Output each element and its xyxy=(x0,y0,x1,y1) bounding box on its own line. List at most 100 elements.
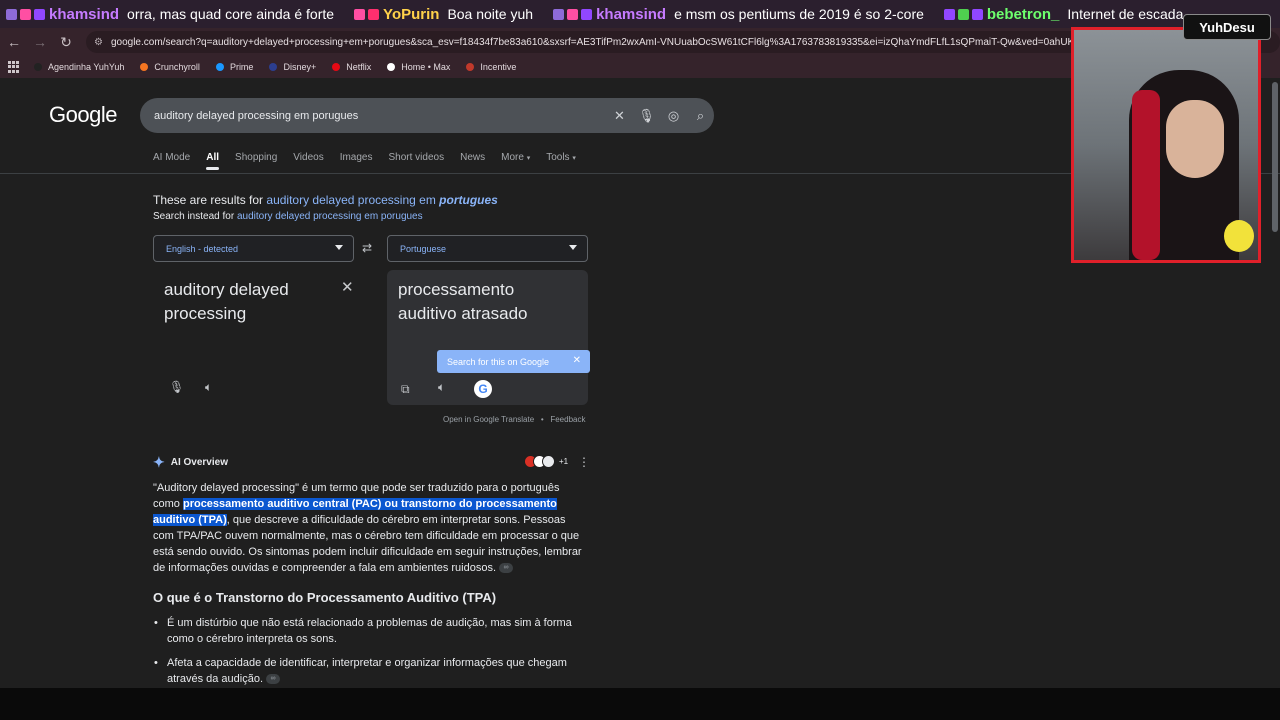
target-language-select[interactable]: Portuguese xyxy=(387,235,588,262)
chat-message: khamsind e msm os pentiums de 2019 é so … xyxy=(547,6,924,23)
chat-message: bebetron_ Internet de escada xyxy=(938,5,1184,23)
forward-button[interactable]: → xyxy=(28,30,52,54)
stream-brand-logo: YuhDesu xyxy=(1183,14,1271,40)
chat-text: e msm os pentiums de 2019 é so 2-core xyxy=(674,6,924,22)
crunchyroll-icon xyxy=(140,63,149,71)
chat-username: bebetron_ xyxy=(986,5,1060,23)
chat-message: khamsind orra, mas quad core ainda é for… xyxy=(0,6,334,23)
incentive-icon xyxy=(466,63,475,71)
list-item: Afeta a capacidade de identificar, inter… xyxy=(153,655,583,687)
search-box[interactable]: auditory delayed processing em porugues … xyxy=(140,98,714,133)
bookmark-item[interactable]: Crunchyroll xyxy=(140,62,200,72)
netflix-icon xyxy=(332,63,341,71)
ai-overview-header: ✦ AI Overview xyxy=(153,454,228,471)
chat-badges xyxy=(943,8,983,20)
ai-overview-title: AI Overview xyxy=(170,457,228,468)
tab-short-videos[interactable]: Short videos xyxy=(389,152,445,163)
bookmark-label: Netflix xyxy=(346,62,372,72)
disney-icon xyxy=(269,63,278,71)
chat-ticker: khamsind orra, mas quad core ainda é for… xyxy=(0,0,1280,28)
source-text-panel[interactable]: auditory delayed processing ✕ 🎙︎ 🔈︎ xyxy=(153,270,369,405)
corrected-word: portugues xyxy=(439,193,498,207)
bookmark-item[interactable]: Agendinha YuhYuh xyxy=(34,62,124,72)
chevron-down-icon xyxy=(569,245,577,250)
bookmark-label: Prime xyxy=(229,62,254,72)
tab-all[interactable]: All xyxy=(206,152,219,170)
tab-tools[interactable]: Tools ▾ xyxy=(546,152,576,163)
bookmark-item[interactable]: Prime xyxy=(215,62,254,72)
search-input[interactable]: auditory delayed processing em porugues xyxy=(154,110,606,122)
bookmark-label: Disney+ xyxy=(283,62,317,72)
tab-more[interactable]: More ▾ xyxy=(501,152,530,163)
results-for-line: These are results for auditory delayed p… xyxy=(153,193,498,207)
translate-footer: Open in Google Translate • Feedback xyxy=(443,415,585,424)
tab-images[interactable]: Images xyxy=(340,152,373,163)
section-heading: O que é o Transtorno do Processamento Au… xyxy=(153,590,497,605)
clear-icon[interactable]: ✕ xyxy=(606,108,633,124)
site-info-icon[interactable]: ⚙ xyxy=(94,37,103,48)
search-icon[interactable]: ⌕ xyxy=(687,108,714,124)
mic-icon[interactable]: 🎙︎ xyxy=(633,108,660,124)
tab-tools-label: Tools xyxy=(546,152,570,163)
bookmark-item[interactable]: Netflix xyxy=(332,62,371,72)
search-instead-prefix: Search instead for xyxy=(153,211,235,222)
corrected-query-link[interactable]: auditory delayed processing em portugues xyxy=(266,193,497,207)
lens-icon[interactable]: ◎ xyxy=(660,108,687,124)
speaker-icon[interactable]: 🔈︎ xyxy=(438,380,445,395)
bookmark-item[interactable]: Disney+ xyxy=(269,62,316,72)
google-search-icon[interactable]: G xyxy=(474,380,492,398)
bookmark-label: Home • Max xyxy=(401,62,451,72)
tab-shopping[interactable]: Shopping xyxy=(235,152,277,163)
source-language-label: English - detected xyxy=(166,243,239,254)
tab-more-label: More xyxy=(501,152,524,163)
open-translate-link[interactable]: Open in Google Translate xyxy=(443,415,534,424)
swap-languages-icon[interactable]: ⇄ xyxy=(362,241,372,255)
apps-grid-icon[interactable] xyxy=(8,61,20,73)
source-text[interactable]: auditory delayed processing xyxy=(164,278,334,326)
prime-icon xyxy=(215,63,224,71)
caret-down-icon: ▾ xyxy=(526,155,531,162)
search-tabs: AI Mode All Shopping Videos Images Short… xyxy=(153,152,592,170)
tab-ai-mode[interactable]: AI Mode xyxy=(153,152,190,163)
source-language-select[interactable]: English - detected xyxy=(153,235,354,262)
back-button[interactable]: ← xyxy=(2,30,26,54)
link-icon[interactable]: ∞ xyxy=(266,674,281,685)
chat-text: Internet de escada xyxy=(1067,6,1184,22)
chat-username: khamsind xyxy=(49,5,120,23)
copy-icon[interactable]: ⧉ xyxy=(401,382,410,397)
chat-badges xyxy=(553,8,593,20)
search-tooltip[interactable]: Search for this on Google ✕ xyxy=(437,350,590,373)
bottom-strip xyxy=(0,688,1280,720)
footer-separator: • xyxy=(540,415,544,424)
chat-text: orra, mas quad core ainda é forte xyxy=(127,6,335,22)
bookmark-label: Crunchyroll xyxy=(154,62,200,72)
caret-down-icon: ▾ xyxy=(572,155,576,162)
clear-source-icon[interactable]: ✕ xyxy=(341,278,354,296)
more-options-icon[interactable]: ⋮ xyxy=(578,455,590,469)
link-icon[interactable]: ∞ xyxy=(499,563,514,574)
google-logo[interactable]: Google xyxy=(49,102,117,128)
translation-panel: processamento auditivo atrasado ⧉ 🔈︎ G xyxy=(387,270,588,405)
feedback-link[interactable]: Feedback xyxy=(550,415,585,424)
bookmark-label: Agendinha YuhYuh xyxy=(48,62,125,72)
webcam-overlay xyxy=(1071,27,1261,263)
corrected-query-text: auditory delayed processing em xyxy=(266,193,436,207)
streamer-face xyxy=(1166,100,1224,178)
speaker-icon[interactable]: 🔈︎ xyxy=(205,380,212,395)
bookmark-item[interactable]: Incentive xyxy=(466,62,516,72)
target-language-label: Portuguese xyxy=(400,243,447,254)
sparkle-icon: ✦ xyxy=(153,454,165,470)
tab-news[interactable]: News xyxy=(460,152,485,163)
original-query-link[interactable]: auditory delayed processing em porugues xyxy=(237,211,423,222)
duck-plush xyxy=(1224,220,1254,252)
ai-sources[interactable]: +1 xyxy=(524,455,568,468)
tab-videos[interactable]: Videos xyxy=(293,152,323,163)
streamer-hair-highlight xyxy=(1132,90,1160,260)
bookmark-item[interactable]: Home • Max xyxy=(387,62,450,72)
reload-button[interactable]: ↻ xyxy=(54,30,78,54)
results-for-prefix: These are results for xyxy=(153,193,264,207)
bookmark-icon xyxy=(34,63,42,71)
close-icon[interactable]: ✕ xyxy=(573,355,581,366)
mic-icon[interactable]: 🎙︎ xyxy=(169,380,184,394)
scrollbar[interactable] xyxy=(1272,82,1278,232)
